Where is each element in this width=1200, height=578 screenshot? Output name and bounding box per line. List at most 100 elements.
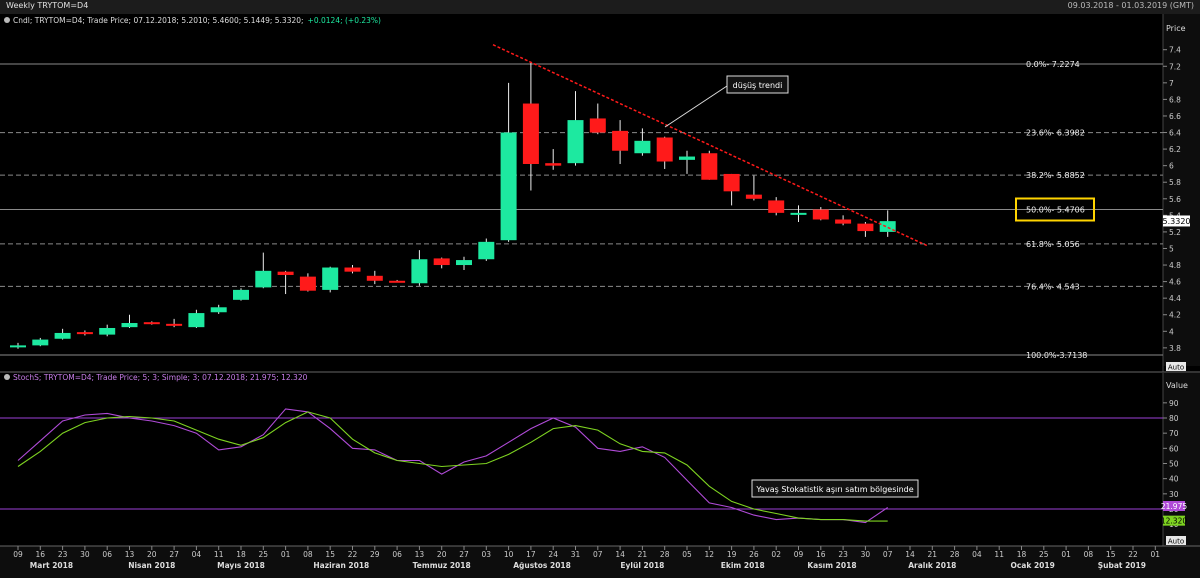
price-tick-label: 5: [1169, 244, 1174, 253]
price-axis-title: Price: [1166, 24, 1186, 33]
x-tick-label: 20: [437, 550, 447, 559]
fib-label: 0.0%- 7.2274: [1026, 60, 1080, 69]
svg-text:Auto: Auto: [1168, 538, 1184, 546]
x-tick-label: 27: [169, 550, 179, 559]
price-plot-area[interactable]: [0, 14, 1163, 366]
x-tick-label: 16: [816, 550, 826, 559]
x-tick-label: 09: [13, 550, 23, 559]
x-tick-label: 01: [1061, 550, 1071, 559]
date-range: 09.03.2018 - 01.03.2019 (GMT): [1067, 1, 1194, 10]
fib-label: 100.0%-3.7138: [1026, 351, 1087, 360]
price-legend-change: +0.0124; (+0.23%): [308, 16, 381, 25]
stoch-k-badge: 21.975: [1161, 501, 1187, 512]
x-tick-label: 20: [147, 550, 157, 559]
chart-area[interactable]: Cndl; TRYTOM=D4; Trade Price; 07.12.2018…: [0, 14, 1200, 578]
x-month-label: Haziran 2018: [313, 561, 369, 570]
x-tick-label: 04: [192, 550, 202, 559]
price-tick-label: 7: [1169, 79, 1174, 88]
candle[interactable]: [701, 150, 718, 180]
candle[interactable]: [233, 288, 249, 301]
x-month-label: Ağustos 2018: [513, 561, 571, 570]
x-tick-label: 08: [303, 550, 313, 559]
fib-label: 50.0%- 5.4706: [1026, 206, 1085, 215]
price-tick-label: 4.8: [1169, 261, 1181, 270]
x-month-label: Mayıs 2018: [217, 561, 265, 570]
candle[interactable]: [322, 266, 339, 293]
x-tick-label: 22: [1128, 550, 1138, 559]
stoch-k-value: 21.975: [1161, 502, 1187, 511]
price-tick-label: 6: [1169, 162, 1174, 171]
x-tick-label: 28: [660, 550, 670, 559]
x-tick-label: 30: [861, 550, 871, 559]
x-tick-label: 22: [348, 550, 358, 559]
x-tick-label: 05: [682, 550, 692, 559]
x-tick-label: 18: [1017, 550, 1027, 559]
x-tick-label: 23: [838, 550, 848, 559]
price-tick-label: 3.8: [1169, 344, 1181, 353]
x-tick-label: 11: [994, 550, 1004, 559]
stoch-d-value: 12.320: [1161, 517, 1187, 526]
stoch-axis-title: Value: [1166, 381, 1188, 390]
x-tick-label: 04: [972, 550, 982, 559]
x-tick-label: 30: [80, 550, 90, 559]
last-price-value: 5.3320: [1163, 217, 1191, 226]
price-legend: Cndl; TRYTOM=D4; Trade Price; 07.12.2018…: [4, 16, 381, 25]
x-tick-label: 24: [548, 550, 558, 559]
x-tick-label: 25: [259, 550, 269, 559]
price-tick-label: 6.2: [1169, 145, 1181, 154]
x-month-label: Temmuz 2018: [413, 561, 471, 570]
fib-label: 38.2%- 5.8852: [1026, 171, 1085, 180]
x-tick-label: 01: [1151, 550, 1161, 559]
x-tick-label: 13: [125, 550, 135, 559]
stoch-tick-label: 40: [1169, 475, 1179, 484]
window-title-bar: Weekly TRYTOM=D4 09.03.2018 - 01.03.2019…: [0, 0, 1200, 15]
price-auto-button[interactable]: Auto: [1166, 362, 1186, 372]
x-tick-label: 06: [102, 550, 112, 559]
x-tick-label: 15: [1106, 550, 1116, 559]
x-tick-label: 23: [58, 550, 68, 559]
price-tick-label: 6.8: [1169, 95, 1181, 104]
price-tick-label: 5.2: [1169, 228, 1181, 237]
x-tick-label: 13: [415, 550, 425, 559]
x-tick-label: 06: [392, 550, 402, 559]
x-tick-label: 15: [325, 550, 335, 559]
x-tick-label: 29: [370, 550, 380, 559]
stoch-auto-button[interactable]: Auto: [1166, 536, 1186, 546]
x-tick-label: 01: [281, 550, 291, 559]
stoch-tick-label: 50: [1169, 460, 1179, 469]
x-month-label: Şubat 2019: [1098, 561, 1146, 570]
fib-label: 61.8%- 5.056: [1026, 240, 1080, 249]
x-tick-label: 07: [883, 550, 893, 559]
x-tick-label: 21: [638, 550, 648, 559]
x-month-label: Mart 2018: [30, 561, 73, 570]
candle[interactable]: [478, 238, 495, 261]
x-tick-label: 09: [794, 550, 804, 559]
stoch-tick-label: 30: [1169, 490, 1179, 499]
fib-label: 76.4%- 4.543: [1026, 282, 1080, 291]
x-month-label: Ekim 2018: [721, 561, 765, 570]
x-tick-label: 08: [1084, 550, 1094, 559]
x-tick-label: 27: [459, 550, 469, 559]
x-tick-label: 10: [504, 550, 514, 559]
x-tick-label: 03: [482, 550, 492, 559]
price-tick-label: 4.2: [1169, 311, 1181, 320]
stoch-legend-text: StochS; TRYTOM=D4; Trade Price; 5; 3; Si…: [13, 373, 308, 382]
x-tick-label: 14: [615, 550, 625, 559]
settings-icon[interactable]: [4, 374, 10, 380]
x-tick-label: 17: [526, 550, 536, 559]
x-month-label: Eylül 2018: [620, 561, 664, 570]
stoch-plot-area[interactable]: [0, 373, 1163, 546]
stoch-annotation-text: Yavaş Stokatistik aşırı satım bölgesinde: [755, 485, 913, 494]
stoch-annotation[interactable]: Yavaş Stokatistik aşırı satım bölgesinde: [751, 479, 919, 498]
trend-annotation-text: düşüş trendi: [733, 81, 783, 90]
stoch-tick-label: 60: [1169, 444, 1179, 453]
price-tick-label: 4: [1169, 327, 1174, 336]
x-tick-label: 25: [1039, 550, 1049, 559]
x-month-label: Aralık 2018: [908, 561, 956, 570]
settings-icon[interactable]: [4, 17, 10, 23]
price-tick-label: 6.4: [1169, 129, 1181, 138]
x-tick-label: 02: [771, 550, 781, 559]
stoch-tick-label: 70: [1169, 429, 1179, 438]
x-tick-label: 16: [36, 550, 46, 559]
price-legend-text: Cndl; TRYTOM=D4; Trade Price; 07.12.2018…: [13, 16, 304, 25]
